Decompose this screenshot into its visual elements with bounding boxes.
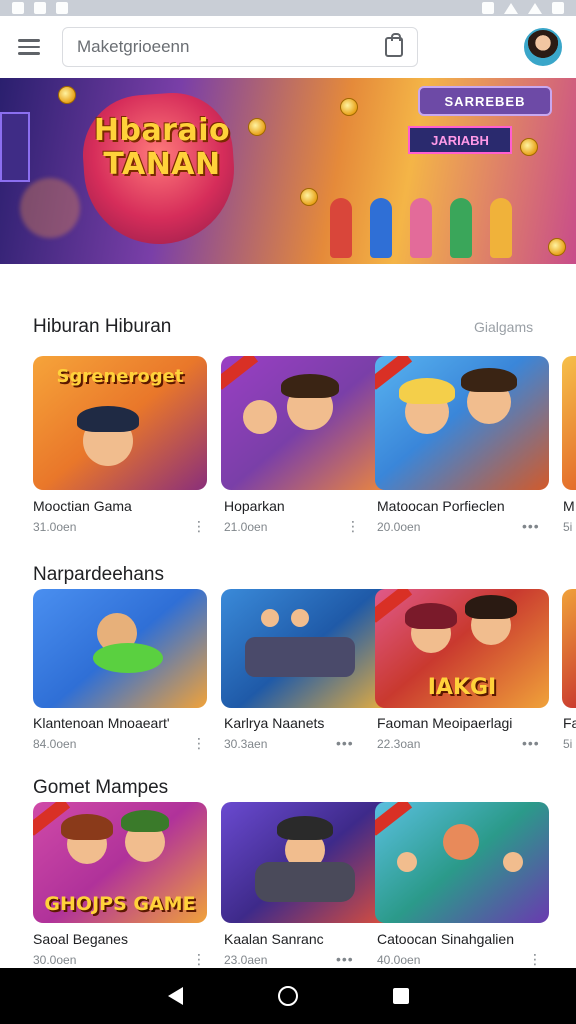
card-artwork-title: IAKGI [427,675,497,700]
game-card-peek[interactable] [562,356,576,490]
card-title: Karlrya Naanets [224,715,325,731]
card-meta: 21.0oen [224,520,268,534]
battery-icon [552,2,564,14]
card-artwork-title: Sgreneroget [56,366,184,387]
game-card[interactable] [375,356,549,490]
game-card[interactable] [221,802,395,923]
notification-icon [34,2,46,14]
game-card[interactable] [33,589,207,708]
wifi-icon [504,2,518,14]
card-title: Klantenoan Mnoaeart' [33,715,170,731]
card-title: Mooctian Gama [33,498,132,514]
section-title: Hiburan Hiburan [33,316,172,337]
app-bar [0,16,576,78]
card-meta: 30.0oen [33,953,77,967]
card-title: Hoparkan [224,498,285,514]
banner-title: Hbaraio TANAN [93,113,231,182]
section-see-all-link[interactable]: Gialgams [474,319,533,335]
more-options-icon[interactable]: ••• [336,951,354,967]
more-options-icon[interactable]: ⋮ [192,951,207,968]
card-artwork-title: GHOJPS GAME [44,893,196,915]
card-title: Saoal Beganes [33,931,128,947]
banner-decoration [0,112,30,182]
more-options-icon[interactable]: ⋮ [192,518,207,535]
card-title: Matoocan Porfieclen [377,498,505,514]
avatar[interactable] [524,28,562,66]
more-options-icon[interactable]: ⋮ [528,951,543,968]
shopping-bag-icon[interactable] [385,33,403,57]
banner-characters [330,198,512,258]
search-box[interactable] [62,27,418,67]
notification-icon [12,2,24,14]
game-card[interactable]: Sgreneroget [33,356,207,490]
section-title: Narpardeehans [33,564,164,585]
card-meta: 30.3aen [224,737,268,751]
home-icon[interactable] [277,986,298,1006]
card-meta: 5i [563,520,573,534]
status-bar [0,0,576,16]
card-meta: 31.0oen [33,520,77,534]
signal-icon [528,2,542,14]
card-meta: 5i [563,737,573,751]
card-title: M [563,498,575,514]
game-card[interactable] [221,589,395,708]
game-card[interactable] [221,356,395,490]
more-options-icon[interactable]: ••• [522,735,540,751]
hero-banner[interactable]: Hbaraio TANAN SARREBEB JARIABH [0,78,576,264]
game-card[interactable]: IAKGI [375,589,549,708]
more-options-icon[interactable]: ••• [522,518,540,534]
card-meta: 84.0oen [33,737,77,751]
more-options-icon[interactable]: ••• [336,735,354,751]
card-title: Fa [563,715,576,731]
search-input[interactable] [77,37,385,57]
card-title: Faoman Meoipaerlagi [377,715,513,731]
recent-apps-icon[interactable] [392,988,409,1004]
card-meta: 22.3oan [377,737,421,751]
banner-sign: SARREBEB [418,86,552,116]
card-meta: 23.0aen [224,953,268,967]
more-options-icon[interactable]: ⋮ [192,735,207,752]
notification-icon [56,2,68,14]
card-meta: 20.0oen [377,520,421,534]
system-nav-bar [0,968,576,1024]
game-card[interactable]: GHOJPS GAME [33,802,207,923]
card-title: Kaalan Sanranc [224,931,324,947]
game-card-peek[interactable] [562,589,576,708]
menu-icon[interactable] [18,33,46,61]
bluetooth-icon [482,2,494,14]
more-options-icon[interactable]: ⋮ [346,518,361,535]
card-meta: 40.0oen [377,953,421,967]
back-icon[interactable] [167,987,183,1005]
game-card[interactable] [375,802,549,923]
card-title: Catoocan Sinahgalien [377,931,514,947]
banner-sign: JARIABH [408,126,512,154]
section-title: Gomet Mampes [33,777,169,798]
